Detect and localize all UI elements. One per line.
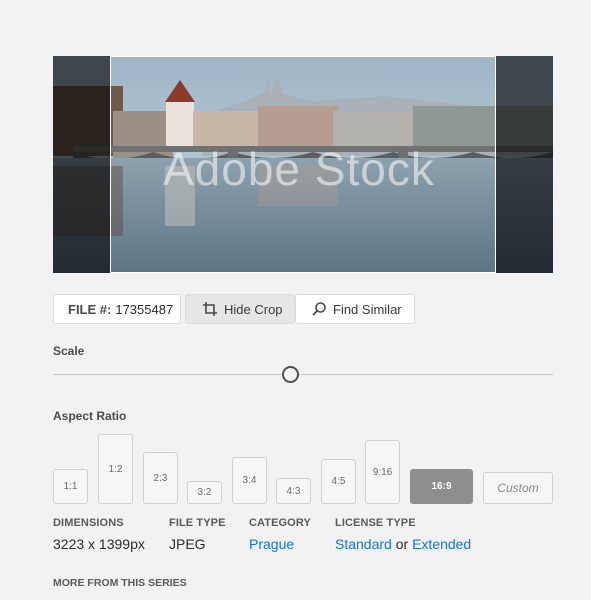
license-type-value: Standard or Extended [335,536,471,552]
find-similar-label: Find Similar [333,301,402,317]
image-preview[interactable]: Adobe Stock [53,56,553,273]
dimensions-value: 3223 x 1399px [53,536,145,552]
license-extended-link[interactable]: Extended [412,536,471,552]
scale-slider-thumb[interactable] [282,366,299,383]
aspect-option-1-1[interactable]: 1:1 [53,469,88,504]
license-standard-link[interactable]: Standard [335,536,392,552]
watermark-text: Adobe Stock [163,143,435,195]
aspect-option-4-3[interactable]: 4:3 [276,478,311,504]
scale-slider-track[interactable] [53,374,553,375]
aspect-option-3-4[interactable]: 3:4 [232,457,267,504]
category-heading: CATEGORY [249,517,311,529]
scale-label: Scale [53,344,85,358]
search-icon [311,301,327,317]
license-type-heading: LICENSE TYPE [335,517,416,529]
aspect-ratio-label: Aspect Ratio [53,409,127,423]
file-number-label: FILE #: [68,301,112,317]
file-number-value: 17355487 [115,301,174,317]
find-similar-button[interactable]: Find Similar [295,294,415,324]
category-link[interactable]: Prague [249,536,294,552]
hide-crop-button[interactable]: Hide Crop [185,294,295,324]
hide-crop-label: Hide Crop [224,301,283,317]
more-from-series-heading: MORE FROM THIS SERIES [53,577,187,589]
aspect-option-3-2[interactable]: 3:2 [187,481,222,504]
aspect-option-4-5[interactable]: 4:5 [321,459,356,504]
file-type-heading: FILE TYPE [169,517,226,529]
aspect-option-custom[interactable]: Custom [483,472,553,504]
license-or-text: or [395,536,409,552]
file-number-box: FILE #: 17355487 [53,294,181,324]
aspect-option-16-9-selected[interactable]: 16:9 [410,469,473,504]
image-detail-panel: Adobe Stock FILE #: 17355487 Hide Crop F… [0,0,591,600]
aspect-option-1-2[interactable]: 1:2 [98,434,133,504]
aspect-option-9-16[interactable]: 9:16 [365,440,400,504]
dimensions-heading: DIMENSIONS [53,517,124,529]
crop-shade-right [496,56,553,273]
crop-shade-left [53,56,110,273]
crop-icon [202,301,218,317]
file-type-value: JPEG [169,536,206,552]
aspect-option-2-3[interactable]: 2:3 [143,452,178,504]
